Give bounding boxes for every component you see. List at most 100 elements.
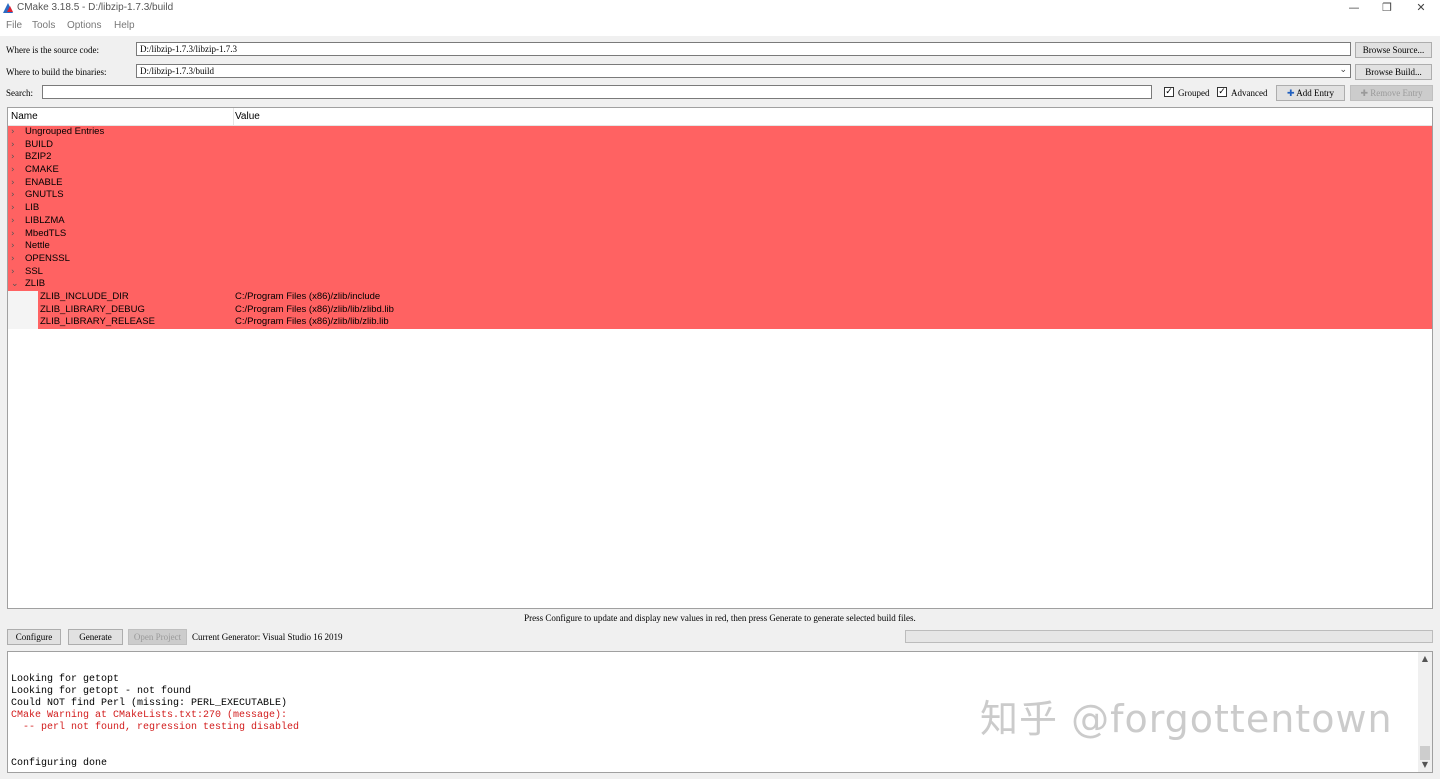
output-line: Configuring done: [11, 758, 108, 769]
tree-group-row[interactable]: › SSL: [8, 265, 1432, 279]
output-warning-line: CMake Warning at CMakeLists.txt:270 (mes…: [11, 710, 288, 721]
source-path-input[interactable]: D:/libzip-1.7.3/libzip-1.7.3: [136, 42, 1351, 56]
title-bar: CMake 3.18.5 - D:/libzip-1.7.3/build — ❐…: [0, 0, 1440, 17]
chevron-right-icon[interactable]: ›: [11, 164, 15, 177]
current-generator: Current Generator: Visual Studio 16 2019: [192, 632, 343, 642]
generate-button[interactable]: Generate: [68, 629, 123, 645]
remove-icon: ✚: [1360, 89, 1369, 99]
tree-group-name: Ungrouped Entries: [25, 126, 105, 137]
tree-group-row[interactable]: › MbedTLS: [8, 227, 1432, 241]
menu-tools[interactable]: Tools: [32, 20, 55, 31]
tree-entry-value[interactable]: C:/Program Files (x86)/zlib/include: [235, 291, 380, 304]
tree-group-name: BUILD: [25, 138, 53, 150]
tree-group-name: MbedTLS: [25, 227, 67, 239]
chevron-right-icon[interactable]: ›: [11, 253, 15, 266]
source-label: Where is the source code:: [6, 45, 99, 55]
output-line: Looking for getopt: [11, 674, 120, 685]
tree-entry-row[interactable]: ZLIB_LIBRARY_DEBUG C:/Program Files (x86)…: [8, 303, 1432, 317]
build-path-combobox[interactable]: D:/libzip-1.7.3/build ⌄: [136, 64, 1351, 78]
minimize-button[interactable]: —: [1337, 0, 1371, 17]
add-entry-label: Add Entry: [1296, 88, 1335, 98]
tree-group-row[interactable]: › LIB: [8, 202, 1432, 215]
tree-entry-row[interactable]: ZLIB_LIBRARY_RELEASE C:/Program Files (x8…: [8, 316, 1432, 329]
chevron-right-icon[interactable]: ›: [11, 177, 15, 190]
remove-entry-label: Remove Entry: [1370, 88, 1423, 98]
plus-icon: ✚: [1286, 89, 1295, 99]
output-line: Could NOT find Perl (missing: PERL_EXECU…: [11, 698, 288, 709]
browse-build-button[interactable]: Browse Build...: [1355, 64, 1432, 80]
watermark: 知乎 @forgottentown: [980, 697, 1393, 741]
column-header-name[interactable]: Name: [11, 111, 38, 122]
chevron-right-icon[interactable]: ›: [11, 151, 15, 164]
tree-group-name: LIB: [25, 202, 40, 214]
window-title: CMake 3.18.5 - D:/libzip-1.7.3/build: [17, 2, 174, 13]
tree-group-name: LIBLZMA: [25, 214, 65, 226]
menu-bar: File Tools Options Help: [0, 17, 1440, 36]
remove-entry-button[interactable]: ✚ Remove Entry: [1350, 85, 1433, 101]
tree-entry-row[interactable]: ZLIB_INCLUDE_DIR C:/Program Files (x86)/z…: [8, 290, 1432, 304]
open-project-button[interactable]: Open Project: [128, 629, 187, 645]
tree-entry-name: ZLIB_INCLUDE_DIR: [40, 290, 129, 302]
tree-group-row[interactable]: › ENABLE: [8, 176, 1432, 190]
chevron-right-icon[interactable]: ›: [11, 240, 15, 253]
tree-group-row[interactable]: ⌄ ZLIB: [8, 278, 1432, 291]
tree-entry-value[interactable]: C:/Program Files (x86)/zlib/lib/zlibd.li…: [235, 304, 394, 317]
chevron-right-icon[interactable]: ›: [11, 202, 15, 215]
scroll-up-icon[interactable]: ▲: [1418, 652, 1432, 666]
tree-indent: [8, 316, 38, 329]
cache-tree[interactable]: Name Value › Ungrouped Entries › BUILD › BZIP…: [7, 107, 1433, 609]
chevron-down-icon[interactable]: ⌄: [11, 278, 19, 291]
tree-group-row[interactable]: › Nettle: [8, 240, 1432, 253]
close-button[interactable]: ✕: [1404, 0, 1438, 17]
output-line: Looking for getopt - not found: [11, 686, 192, 697]
configure-button[interactable]: Configure: [7, 629, 61, 645]
advanced-checkbox[interactable]: ✓: [1217, 87, 1227, 97]
tree-group-row[interactable]: › CMAKE: [8, 164, 1432, 177]
tree-group-row[interactable]: › LIBLZMA: [8, 214, 1432, 228]
browse-source-button[interactable]: Browse Source...: [1355, 42, 1432, 58]
cmake-logo-icon: [3, 3, 13, 13]
tree-group-row[interactable]: › Ungrouped Entries: [8, 126, 1432, 139]
hint-text: Press Configure to update and display ne…: [524, 613, 916, 623]
search-label: Search:: [6, 88, 33, 98]
tree-group-name: OPENSSL: [25, 252, 70, 264]
menu-help[interactable]: Help: [114, 20, 135, 31]
tree-group-name: ZLIB: [25, 278, 46, 290]
column-divider: [233, 108, 234, 126]
advanced-label: Advanced: [1231, 88, 1268, 98]
maximize-button[interactable]: ❐: [1370, 0, 1404, 17]
tree-group-name: ENABLE: [25, 176, 63, 188]
tree-group-row[interactable]: › BUILD: [8, 138, 1432, 152]
chevron-right-icon[interactable]: ›: [11, 215, 15, 228]
tree-group-row[interactable]: › GNUTLS: [8, 189, 1432, 203]
column-header-value[interactable]: Value: [235, 111, 260, 122]
output-warning-line: -- perl not found, regression testing di…: [11, 722, 300, 733]
build-path-value: D:/libzip-1.7.3/build: [140, 66, 214, 76]
menu-file[interactable]: File: [6, 20, 22, 31]
tree-indent: [8, 303, 38, 317]
add-entry-button[interactable]: ✚ Add Entry: [1276, 85, 1345, 101]
search-input[interactable]: [42, 85, 1152, 99]
tree-indent: [8, 290, 38, 304]
tree-group-name: Nettle: [25, 240, 50, 252]
build-label: Where to build the binaries:: [6, 67, 107, 77]
progress-bar: [905, 630, 1433, 643]
chevron-right-icon[interactable]: ›: [11, 266, 15, 279]
grouped-label: Grouped: [1178, 88, 1210, 98]
tree-group-name: CMAKE: [25, 164, 59, 176]
chevron-right-icon[interactable]: ›: [11, 228, 15, 241]
tree-group-name: GNUTLS: [25, 189, 64, 201]
tree-header: Name Value: [8, 108, 1432, 126]
tree-group-row[interactable]: › OPENSSL: [8, 252, 1432, 266]
menu-options[interactable]: Options: [67, 20, 101, 31]
grouped-checkbox[interactable]: ✓: [1164, 87, 1174, 97]
tree-body: › Ungrouped Entries › BUILD › BZIP2 › CMAKE › ENA…: [8, 126, 1432, 329]
chevron-right-icon[interactable]: ›: [11, 189, 15, 202]
chevron-down-icon[interactable]: ⌄: [1339, 65, 1347, 75]
tree-entry-value[interactable]: C:/Program Files (x86)/zlib/lib/zlib.lib: [235, 316, 389, 329]
chevron-right-icon[interactable]: ›: [11, 139, 15, 152]
scroll-down-icon[interactable]: ▼: [1418, 758, 1432, 772]
chevron-right-icon[interactable]: ›: [11, 126, 15, 139]
tree-group-row[interactable]: › BZIP2: [8, 151, 1432, 165]
output-scrollbar[interactable]: ▲ ▼: [1418, 652, 1432, 772]
